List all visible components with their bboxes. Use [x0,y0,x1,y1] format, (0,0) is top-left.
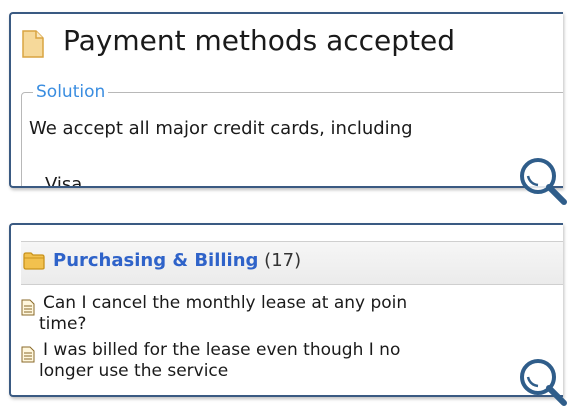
list-item-title-cont[interactable]: time? [39,314,86,335]
article-panel: Payment methods accepted Solution We acc… [9,12,563,188]
solution-fieldset [21,92,563,186]
document-icon [21,346,35,363]
list-item-title-cont[interactable]: longer use the service [39,361,228,382]
magnifier-icon[interactable] [516,355,570,409]
category-title[interactable]: Purchasing & Billing (17) [53,250,301,271]
page-title: Payment methods accepted [63,24,456,57]
document-icon [22,30,44,58]
folder-icon [23,252,45,270]
category-count: (17) [264,250,302,271]
category-link[interactable]: Purchasing & Billing [53,250,258,271]
document-icon [21,299,35,316]
category-panel: Purchasing & Billing (17) Can I cancel t… [9,223,563,397]
solution-label: Solution [33,82,109,102]
answer-text: We accept all major credit cards, includ… [29,118,413,139]
list-item-title[interactable]: Can I cancel the monthly lease at any po… [43,293,407,314]
answer-list-item: Visa [45,174,83,188]
list-item-title[interactable]: I was billed for the lease even though I… [43,340,400,361]
magnifier-icon[interactable] [516,154,570,208]
